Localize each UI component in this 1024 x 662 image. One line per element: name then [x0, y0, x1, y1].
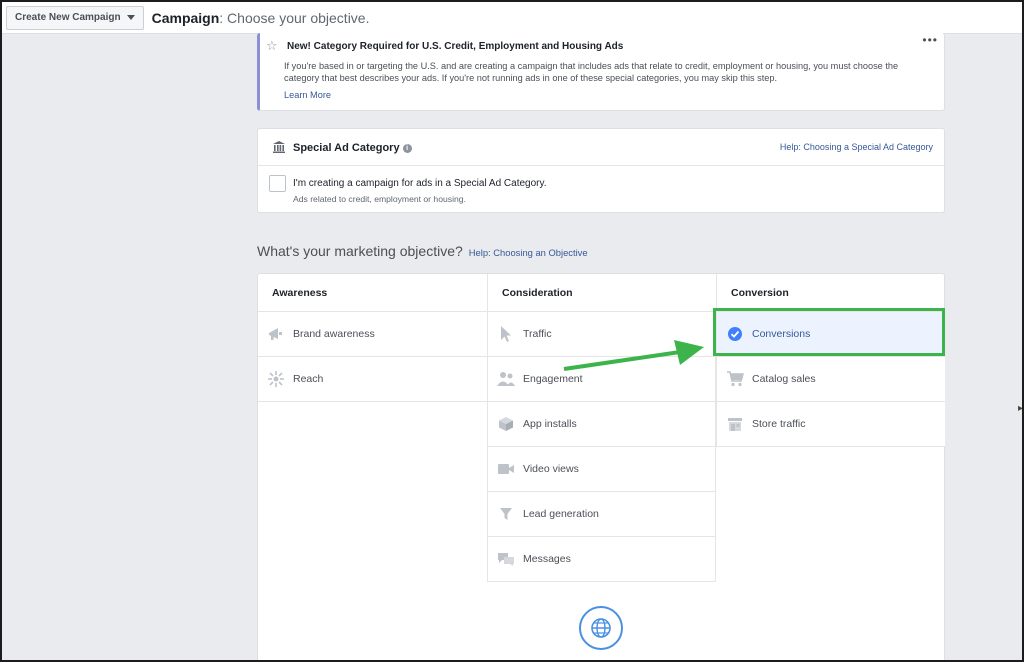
cursor-icon	[497, 325, 515, 343]
objective-heading: What's your marketing objective? Help: Ch…	[257, 243, 588, 259]
special-ad-category-checkbox[interactable]	[269, 175, 286, 192]
notice-title: New! Category Required for U.S. Credit, …	[287, 41, 624, 52]
objective-label: Traffic	[523, 328, 552, 340]
create-new-campaign-label: Create New Campaign	[15, 12, 121, 23]
objective-app-installs[interactable]: App installs	[487, 402, 716, 447]
funnel-icon	[497, 505, 515, 523]
page-title: Campaign	[151, 9, 220, 26]
star-icon: ☆	[266, 38, 278, 53]
objective-label: Video views	[523, 463, 579, 475]
more-options-icon[interactable]: •••	[922, 33, 938, 47]
objective-traffic[interactable]: Traffic	[487, 312, 716, 357]
objective-label: Engagement	[523, 373, 583, 385]
create-new-campaign-button[interactable]: Create New Campaign	[6, 5, 144, 30]
bank-icon	[273, 141, 285, 153]
top-bar: Create New Campaign Campaign: Choose you…	[2, 2, 1022, 34]
objective-brand-awareness[interactable]: Brand awareness	[258, 312, 487, 357]
conversion-column: Conversion Conversions Catalog sales Sto…	[716, 274, 945, 447]
video-camera-icon	[497, 460, 515, 478]
people-icon	[497, 370, 515, 388]
box-icon	[497, 415, 515, 433]
objective-reach[interactable]: Reach	[258, 357, 487, 402]
consideration-column-header: Consideration	[487, 274, 716, 312]
objective-label: Messages	[523, 553, 571, 565]
objective-messages[interactable]: Messages	[487, 537, 716, 582]
objective-video-views[interactable]: Video views	[487, 447, 716, 492]
check-circle-icon	[726, 325, 744, 343]
awareness-column: Awareness Brand awareness Reach	[258, 274, 487, 402]
objective-engagement[interactable]: Engagement	[487, 357, 716, 402]
objective-lead-generation[interactable]: Lead generation	[487, 492, 716, 537]
mouse-cursor-icon: ▸	[1018, 403, 1024, 414]
objective-label: Catalog sales	[752, 373, 816, 385]
objective-heading-text: What's your marketing objective?	[257, 243, 463, 259]
objective-label: Lead generation	[523, 508, 599, 520]
special-ad-category-title: Special Ad Category i	[293, 142, 412, 154]
special-ad-category-checkbox-sublabel: Ads related to credit, employment or hou…	[293, 194, 466, 204]
objective-catalog-sales[interactable]: Catalog sales	[716, 357, 945, 402]
info-icon[interactable]: i	[402, 144, 412, 153]
caret-down-icon	[126, 15, 135, 20]
objective-store-traffic[interactable]: Store traffic	[716, 402, 945, 447]
store-icon	[726, 415, 744, 433]
notice-card: ☆ New! Category Required for U.S. Credit…	[257, 33, 945, 111]
special-ad-category-checkbox-label[interactable]: I'm creating a campaign for ads in a Spe…	[293, 178, 547, 189]
page-subtitle: : Choose your objective.	[219, 9, 370, 26]
globe-icon	[591, 618, 611, 638]
reach-icon	[267, 370, 285, 388]
special-ad-category-title-text: Special Ad Category	[293, 142, 400, 154]
learn-more-link[interactable]: Learn More	[284, 90, 331, 100]
objective-label: Brand awareness	[293, 328, 375, 340]
objective-label: Store traffic	[752, 418, 806, 430]
objective-help-link[interactable]: Help: Choosing an Objective	[469, 247, 588, 258]
shopping-cart-icon	[726, 370, 744, 388]
objective-label: Conversions	[752, 328, 811, 340]
breadcrumb: Campaign: Choose your objective.	[152, 10, 370, 26]
megaphone-icon	[267, 325, 285, 343]
screenshot-frame: Create New Campaign Campaign: Choose you…	[0, 0, 1024, 662]
objective-label: Reach	[293, 373, 324, 385]
conversion-column-header: Conversion	[716, 274, 945, 312]
chat-bubbles-icon	[497, 550, 515, 568]
special-ad-category-card: Special Ad Category i Help: Choosing a Sp…	[257, 128, 945, 213]
awareness-column-header: Awareness	[258, 274, 487, 312]
special-ad-category-help-link[interactable]: Help: Choosing a Special Ad Category	[780, 142, 933, 152]
special-ad-category-header: Special Ad Category i Help: Choosing a Sp…	[258, 129, 944, 166]
globe-button[interactable]	[579, 606, 623, 650]
notice-body: If you're based in or targeting the U.S.…	[284, 61, 899, 83]
objectives-table: Awareness Brand awareness Reach Consider…	[257, 273, 945, 660]
objective-conversions[interactable]: Conversions	[716, 312, 945, 357]
objective-label: App installs	[523, 418, 577, 430]
consideration-column: Consideration Traffic Engagement App ins…	[487, 274, 716, 582]
